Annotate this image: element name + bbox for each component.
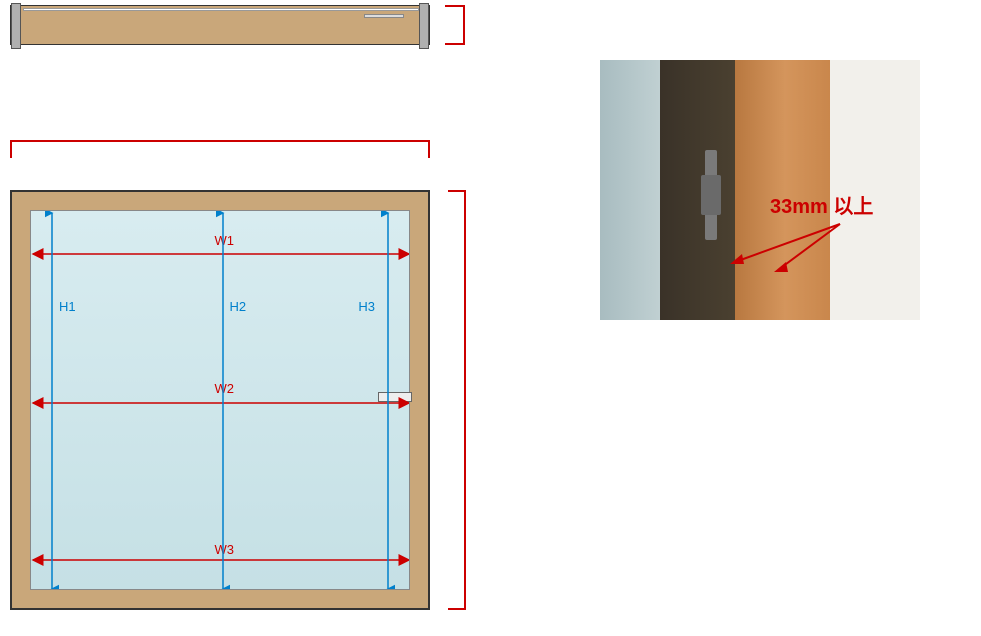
w1-label: W1	[212, 233, 236, 248]
frame-cap-right	[419, 3, 429, 49]
w2-line	[31, 396, 409, 410]
top-cross-section-view	[0, 0, 450, 120]
window-frame-front: W1 W2 W3 H1 H2	[10, 190, 430, 610]
h1-line	[45, 211, 59, 589]
window-frame-top-view	[10, 5, 430, 45]
clearance-photo: 33mm 以上	[600, 60, 920, 320]
w2-label: W2	[212, 381, 236, 396]
outer-height-bracket	[448, 190, 466, 610]
window-glass: W1 W2 W3 H1 H2	[30, 210, 410, 590]
handle-top-view	[364, 14, 404, 18]
clearance-label: 33mm 以上	[770, 190, 873, 219]
crescent-lock	[378, 392, 412, 402]
front-elevation-view: W1 W2 W3 H1 H2	[0, 140, 450, 620]
h3-label: H3	[356, 299, 377, 314]
photo-illustration: 33mm 以上	[600, 60, 920, 320]
h1-label: H1	[57, 299, 78, 314]
glass-slot	[23, 8, 419, 11]
h2-label: H2	[228, 299, 249, 314]
w3-label: W3	[212, 542, 236, 557]
outer-width-bracket	[10, 140, 430, 158]
photo-glass	[600, 60, 660, 320]
h2-line	[216, 211, 230, 589]
frame-cap-left	[11, 3, 21, 49]
depth-dimension-bracket	[445, 5, 465, 45]
w1-line	[31, 247, 409, 261]
lock-body	[701, 175, 721, 215]
photo-crescent-lock	[695, 150, 727, 240]
